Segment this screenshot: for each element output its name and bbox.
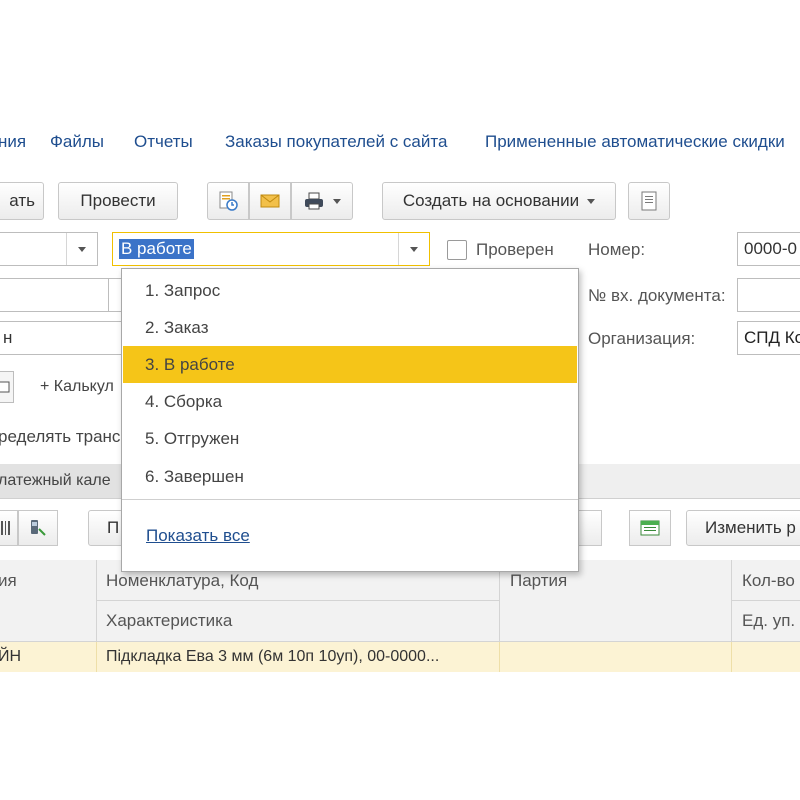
barcode-icon bbox=[1, 521, 10, 535]
row-cell-nomenclature: Підкладка Ева 3 мм (6м 10п 10уп), 00-000… bbox=[106, 648, 440, 665]
chevron-down-icon bbox=[410, 246, 418, 252]
column-header-nomenclature[interactable]: Номенклатура, Код bbox=[106, 571, 258, 591]
chevron-down-icon bbox=[78, 246, 86, 252]
left-input-field[interactable] bbox=[0, 278, 110, 312]
number-field[interactable]: 0000-0 bbox=[737, 232, 800, 266]
dropdown-option-order[interactable]: 2. Заказ bbox=[123, 309, 577, 346]
row-divider-2 bbox=[499, 642, 500, 672]
left-partial-field[interactable]: н bbox=[0, 321, 136, 355]
print-button[interactable] bbox=[291, 182, 353, 220]
column-header-qty[interactable]: Кол-во bbox=[742, 571, 795, 591]
option-label: 4. Сборка bbox=[145, 391, 223, 411]
create-based-on-button[interactable]: Создать на основании bbox=[382, 182, 616, 220]
col-divider-1 bbox=[96, 560, 97, 641]
dropdown-option-request[interactable]: 1. Запрос bbox=[123, 272, 577, 309]
column-header-0[interactable]: ия bbox=[0, 571, 17, 591]
document-clock-icon bbox=[219, 191, 238, 211]
col-divider-2 bbox=[499, 560, 500, 641]
scanner-button[interactable] bbox=[18, 510, 58, 546]
create-based-on-label: Создать на основании bbox=[402, 191, 580, 210]
left-select-field[interactable] bbox=[0, 232, 98, 266]
dropdown-option-assembly[interactable]: 4. Сборка bbox=[123, 383, 577, 420]
option-label: 3. В работе bbox=[145, 354, 235, 374]
number-value: 0000-0 bbox=[744, 239, 797, 258]
option-label: 1. Запрос bbox=[145, 280, 221, 300]
row-divider-1 bbox=[96, 642, 97, 672]
dropdown-option-completed[interactable]: 6. Завершен bbox=[123, 458, 577, 495]
row-cell-0: ЙН bbox=[0, 648, 22, 665]
option-label: 2. Заказ bbox=[145, 317, 209, 337]
organization-value: СПД Ко bbox=[744, 328, 800, 347]
chevron-down-icon bbox=[587, 198, 596, 204]
incoming-doc-field[interactable] bbox=[737, 278, 800, 312]
write-button[interactable]: ать bbox=[0, 182, 44, 220]
add-calculation-link[interactable]: + Калькул bbox=[40, 378, 114, 396]
nav-link-site-orders[interactable]: Заказы покупателей с сайта bbox=[225, 132, 447, 152]
post-button[interactable]: Провести bbox=[58, 182, 178, 220]
left-partial-value: н bbox=[3, 328, 13, 347]
table-action-label: П bbox=[107, 518, 120, 537]
tab-payment-calendar-label: латежный кале bbox=[0, 472, 111, 489]
change-button-label: Изменить р bbox=[705, 518, 796, 537]
report-button[interactable] bbox=[628, 182, 670, 220]
table-green-icon bbox=[640, 520, 660, 536]
checked-label: Проверен bbox=[476, 240, 554, 259]
nav-link-partial[interactable]: ния bbox=[0, 132, 26, 152]
calendar-button[interactable] bbox=[0, 371, 14, 403]
document-history-button[interactable] bbox=[207, 182, 249, 220]
dropdown-option-shipped[interactable]: 5. Отгружен bbox=[123, 420, 577, 457]
option-label: 6. Завершен bbox=[145, 466, 244, 486]
column-header-unit[interactable]: Ед. уп. bbox=[742, 611, 795, 631]
status-dropdown-list: 1. Запрос 2. Заказ 3. В работе 4. Сборка… bbox=[121, 268, 579, 572]
nav-link-reports[interactable]: Отчеты bbox=[134, 132, 193, 152]
status-selected-text: В работе bbox=[119, 239, 194, 259]
change-button[interactable]: Изменить р bbox=[686, 510, 800, 546]
incoming-doc-label: № вх. документа: bbox=[588, 286, 726, 305]
option-label: 5. Отгружен bbox=[145, 428, 240, 448]
organization-label: Организация: bbox=[588, 329, 696, 348]
chevron-down-icon bbox=[333, 198, 341, 204]
dropdown-option-in-progress[interactable]: 3. В работе bbox=[123, 346, 577, 383]
write-button-label: ать bbox=[9, 191, 35, 210]
organization-field[interactable]: СПД Ко bbox=[737, 321, 800, 355]
table-toolbar-icon-button-hidden[interactable] bbox=[578, 510, 602, 546]
row-divider-3 bbox=[731, 642, 732, 672]
number-label: Номер: bbox=[588, 240, 646, 259]
header-divider-right bbox=[731, 600, 800, 601]
table-row[interactable]: ЙН Підкладка Ева 3 мм (6м 10п 10уп), 00-… bbox=[0, 642, 800, 672]
distribute-transport-label: ределять транс bbox=[0, 427, 121, 446]
printer-icon bbox=[305, 192, 323, 210]
header-divider bbox=[96, 600, 499, 601]
checked-checkbox[interactable] bbox=[447, 240, 467, 260]
dropdown-divider bbox=[122, 499, 578, 500]
nav-link-applied-discounts[interactable]: Примененные автоматические скидки bbox=[485, 132, 785, 152]
document-icon bbox=[641, 191, 657, 211]
barcode-scanner-icon bbox=[31, 520, 46, 536]
email-button[interactable] bbox=[249, 182, 291, 220]
column-header-batch[interactable]: Партия bbox=[510, 571, 567, 591]
table-toolbar-icon-button-1[interactable] bbox=[0, 510, 18, 546]
column-header-characteristic[interactable]: Характеристика bbox=[106, 611, 232, 631]
status-dropdown-button[interactable] bbox=[398, 233, 429, 265]
status-select-field[interactable]: В работе bbox=[112, 232, 430, 266]
table-settings-button[interactable] bbox=[629, 510, 671, 546]
col-divider-3 bbox=[731, 560, 732, 641]
show-all-link[interactable]: Показать все bbox=[146, 526, 250, 546]
envelope-icon bbox=[260, 194, 280, 208]
nav-link-files[interactable]: Файлы bbox=[50, 132, 104, 152]
tab-payment-calendar[interactable]: латежный кале bbox=[0, 464, 130, 498]
calendar-icon bbox=[0, 381, 10, 393]
left-select-dropdown-button[interactable] bbox=[66, 233, 97, 265]
post-button-label: Провести bbox=[80, 191, 156, 210]
